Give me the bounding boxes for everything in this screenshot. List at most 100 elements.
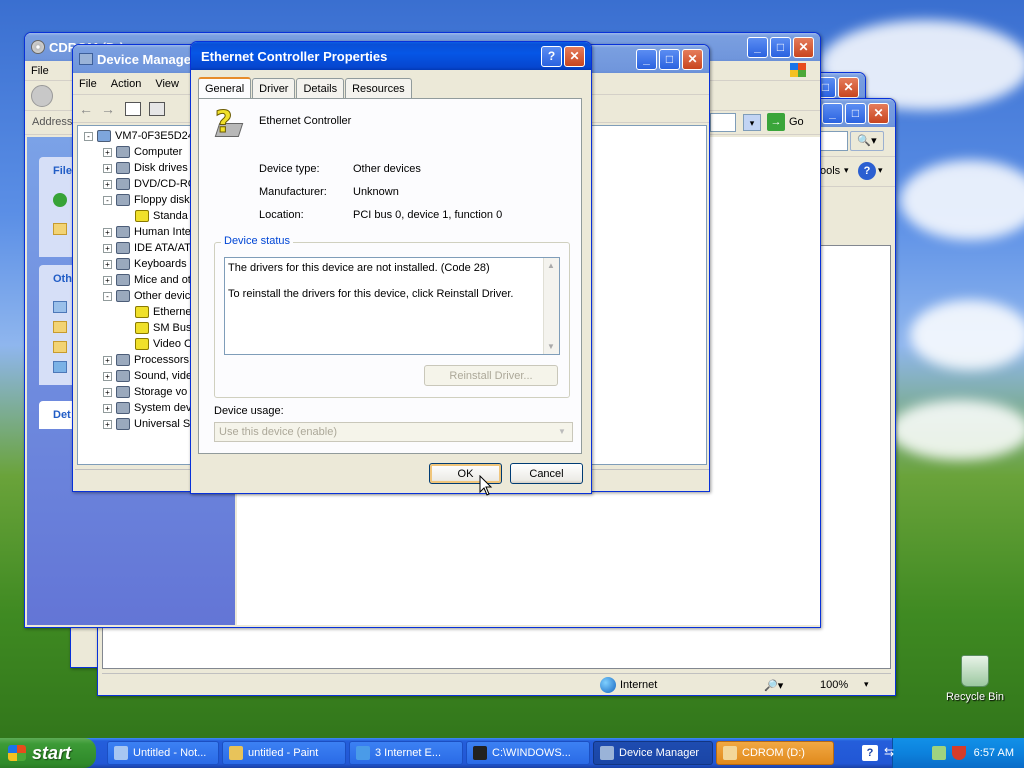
maximize-button[interactable]: □ [659,48,680,70]
volume-tray-icon[interactable]: ⇆ [884,745,898,761]
maximize-button[interactable]: □ [845,102,866,124]
minimize-button[interactable]: _ [747,36,768,58]
tree-item-label: Other devic [134,290,191,302]
expand-icon[interactable]: + [103,419,112,429]
reinstall-driver-button[interactable]: Reinstall Driver... [424,365,558,386]
close-button[interactable]: ✕ [682,48,703,70]
status-line-2: To reinstall the drivers for this device… [228,288,514,300]
taskbar-button[interactable]: Untitled - Not... [107,741,219,765]
minimize-button[interactable]: _ [636,48,657,70]
tab-general[interactable]: General [198,77,252,99]
globe-icon [600,677,616,693]
back-icon[interactable] [31,84,53,107]
expand-icon[interactable]: + [103,403,112,413]
properties-dialog[interactable]: Ethernet Controller Properties ? ✕ Gener… [190,41,592,494]
device-category-icon [116,386,130,398]
properties-icon[interactable] [149,101,165,116]
scroll-down-icon[interactable]: ▼ [547,342,555,351]
tab-resources[interactable]: Resources [345,78,412,98]
tree-item-label: Processors [134,354,190,366]
warning-device-icon [135,322,149,334]
device-usage-select[interactable]: Use this device (enable) ▼ [214,422,573,442]
device-category-icon [97,130,111,142]
system-tray: 6:57 AM [892,738,1024,768]
device-status-textbox[interactable]: The drivers for this device are not inst… [224,257,560,355]
close-button[interactable]: ✕ [564,45,585,67]
address-dropdown-icon[interactable]: ▾ [743,114,761,131]
cancel-button[interactable]: Cancel [510,463,583,484]
scroll-up-icon[interactable]: ▲ [547,261,555,270]
taskbar-button[interactable]: CDROM (D:) [716,741,834,765]
forward-arrow-icon[interactable]: → [101,101,115,117]
expand-icon[interactable]: + [103,259,112,269]
start-button[interactable]: start [0,738,96,768]
properties-titlebar[interactable]: Ethernet Controller Properties ? ✕ [191,42,591,70]
close-button[interactable]: ✕ [793,36,814,58]
expand-icon[interactable]: + [103,179,112,189]
taskbar-button[interactable]: C:\WINDOWS... [466,741,590,765]
dialog-title: Ethernet Controller Properties [201,48,388,64]
tree-item-label: Keyboards [134,258,187,270]
other-places-title: Oth [53,273,72,285]
taskbar-button-label: Device Manager [619,747,700,759]
help-button[interactable]: ? [541,45,562,67]
expand-icon[interactable]: + [103,147,112,157]
device-category-icon [116,290,130,302]
taskbar-button-label: C:\WINDOWS... [492,747,571,759]
search-icon[interactable]: 🔍▾ [850,131,884,151]
taskbar-button[interactable]: Device Manager [593,741,713,765]
tab-details[interactable]: Details [296,78,345,98]
zoom-icon[interactable]: 🔎▾ [764,679,783,692]
console-tree-icon[interactable] [125,101,141,116]
security-shield-icon[interactable] [951,746,966,760]
expand-icon[interactable]: + [103,275,112,285]
task-list: Untitled - Not... untitled - Paint 3 Inter… [104,741,834,765]
tools-menu[interactable]: ools [820,165,840,177]
device-category-icon [116,242,130,254]
network-tray-icon[interactable] [931,746,946,760]
tree-item-label: Human Inte [134,226,191,238]
tree-item-label: Mice and ot [134,274,191,286]
tab-driver[interactable]: Driver [252,78,296,98]
taskbar-button[interactable]: untitled - Paint [222,741,346,765]
minimize-button[interactable]: _ [822,102,843,124]
expand-icon[interactable]: + [103,387,112,397]
taskbar-button-label: Untitled - Not... [133,747,207,759]
address-input[interactable] [710,113,736,132]
back-arrow-icon[interactable]: ← [79,101,93,117]
status-scrollbar[interactable]: ▲ ▼ [543,258,559,354]
cd-drive-icon [31,40,45,54]
expand-icon[interactable]: + [103,163,112,173]
expand-icon[interactable]: + [103,355,112,365]
manufacturer-value: Unknown [353,186,399,198]
task-app-icon [473,746,487,760]
menu-file[interactable]: File [79,78,97,90]
recycle-bin-icon [961,655,989,687]
help-tray-icon[interactable]: ? [862,745,878,761]
recycle-bin[interactable]: Recycle Bin [940,655,1010,703]
task-app-icon [114,746,128,760]
menu-view[interactable]: View [155,78,179,90]
expand-icon[interactable]: + [103,371,112,381]
expand-icon[interactable]: + [103,227,112,237]
tree-item-label: Storage vo [134,386,188,398]
taskbar-button[interactable]: 3 Internet E... [349,741,463,765]
device-category-icon [116,146,130,158]
collapse-icon[interactable]: - [103,291,112,301]
device-category-icon [116,162,130,174]
collapse-icon[interactable]: - [84,131,93,141]
collapse-icon[interactable]: - [103,195,112,205]
expand-icon[interactable]: + [103,243,112,253]
close-button[interactable]: ✕ [838,76,859,98]
menu-file[interactable]: File [31,65,49,77]
close-button[interactable]: ✕ [868,102,889,124]
zoom-level[interactable]: 100% [820,679,848,691]
menu-action[interactable]: Action [111,78,142,90]
tab-strip: General Driver Details Resources [198,76,413,99]
tree-item-label: Sound, vide [134,370,193,382]
maximize-button[interactable]: □ [770,36,791,58]
help-icon[interactable]: ? [858,162,876,180]
go-button[interactable]: Go [789,116,804,128]
go-icon[interactable]: → [767,113,785,131]
tree-item-label: Disk drives [134,162,188,174]
